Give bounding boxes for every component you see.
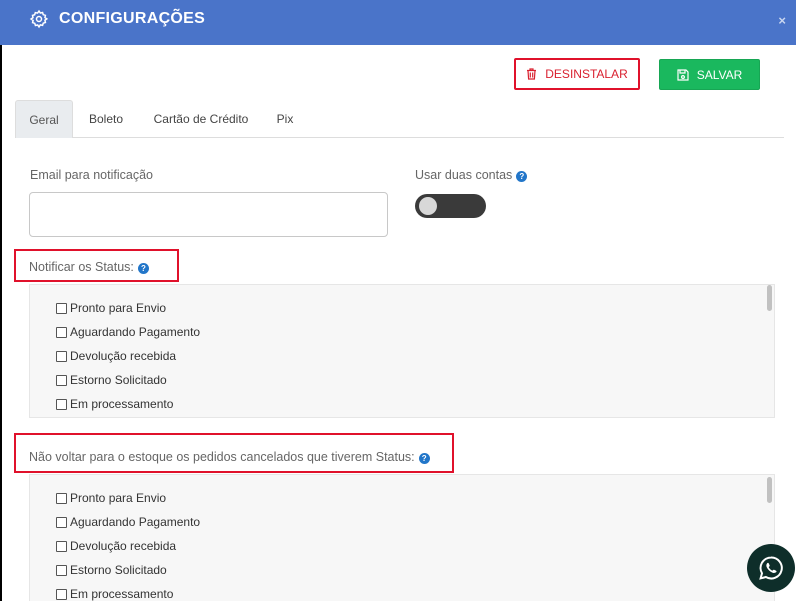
- restock-option-4[interactable]: Em processamento: [56, 587, 173, 601]
- tab-boleto[interactable]: Boleto: [79, 100, 133, 138]
- restock-option-1[interactable]: Aguardando Pagamento: [56, 515, 200, 529]
- save-button[interactable]: SALVAR: [659, 59, 760, 90]
- tab-cartao-de-credito[interactable]: Cartão de Crédito: [146, 100, 256, 138]
- tab-geral[interactable]: Geral: [15, 100, 73, 138]
- status-option-0[interactable]: Pronto para Envio: [56, 301, 166, 315]
- checkbox[interactable]: [56, 492, 67, 504]
- close-icon[interactable]: ×: [778, 13, 786, 28]
- checkbox[interactable]: [56, 326, 67, 338]
- status-option-label: Em processamento: [70, 587, 174, 601]
- modal-title: CONFIGURAÇÕES: [59, 10, 206, 27]
- status-option-label: Aguardando Pagamento: [70, 515, 201, 529]
- uninstall-button[interactable]: DESINSTALAR: [514, 58, 640, 90]
- status-option-4[interactable]: Em processamento: [56, 397, 173, 411]
- status-option-2[interactable]: Devolução recebida: [56, 349, 176, 363]
- checkbox[interactable]: [56, 588, 67, 600]
- notify-status-list[interactable]: Pronto para Envio Aguardando Pagamento D…: [29, 284, 775, 418]
- checkbox[interactable]: [56, 516, 67, 528]
- checkbox[interactable]: [56, 540, 67, 552]
- checkbox[interactable]: [56, 564, 67, 576]
- checkbox[interactable]: [56, 350, 67, 362]
- no-restock-label: Não voltar para o estoque os pedidos can…: [29, 450, 430, 464]
- restock-option-0[interactable]: Pronto para Envio: [56, 491, 166, 505]
- help-icon[interactable]: ?: [137, 263, 149, 274]
- two-accounts-label: Usar duas contas?: [415, 168, 528, 182]
- email-input[interactable]: [29, 192, 388, 237]
- checkbox[interactable]: [56, 374, 67, 386]
- no-restock-label-text: Não voltar para o estoque os pedidos can…: [29, 450, 415, 464]
- trash-icon: [527, 68, 537, 80]
- two-accounts-label-text: Usar duas contas: [415, 168, 513, 182]
- status-option-label: Estorno Solicitado: [70, 373, 167, 387]
- notify-status-label: Notificar os Status:?: [29, 260, 149, 274]
- scrollbar-thumb[interactable]: [767, 285, 772, 311]
- window-edge: [0, 45, 2, 601]
- no-restock-status-list[interactable]: Pronto para Envio Aguardando Pagamento D…: [29, 474, 775, 601]
- status-option-label: Aguardando Pagamento: [70, 325, 201, 339]
- help-icon[interactable]: ?: [418, 453, 430, 464]
- help-icon[interactable]: ?: [516, 171, 528, 182]
- uninstall-button-label: DESINSTALAR: [545, 67, 628, 81]
- status-option-label: Pronto para Envio: [70, 301, 167, 315]
- status-option-label: Devolução recebida: [70, 349, 177, 363]
- checkbox[interactable]: [56, 398, 67, 410]
- restock-option-3[interactable]: Estorno Solicitado: [56, 563, 167, 577]
- gear-icon: [29, 9, 49, 29]
- status-option-1[interactable]: Aguardando Pagamento: [56, 325, 200, 339]
- scrollbar-thumb[interactable]: [767, 477, 772, 503]
- checkbox[interactable]: [56, 302, 67, 314]
- status-option-3[interactable]: Estorno Solicitado: [56, 373, 167, 387]
- status-option-label: Em processamento: [70, 397, 174, 411]
- whatsapp-button[interactable]: [747, 544, 795, 592]
- whatsapp-icon: [759, 556, 783, 580]
- save-button-label: SALVAR: [696, 67, 743, 82]
- tab-bar: Geral Boleto Cartão de Crédito Pix: [15, 100, 784, 138]
- notify-status-label-text: Notificar os Status:: [29, 260, 134, 274]
- save-icon: [677, 68, 689, 81]
- tab-pix[interactable]: Pix: [270, 100, 300, 138]
- two-accounts-toggle[interactable]: [415, 194, 486, 218]
- toggle-knob: [419, 197, 437, 215]
- modal-header: CONFIGURAÇÕES ×: [0, 0, 796, 45]
- status-option-label: Devolução recebida: [70, 539, 177, 553]
- email-label: Email para notificação: [30, 168, 153, 182]
- status-option-label: Estorno Solicitado: [70, 563, 167, 577]
- status-option-label: Pronto para Envio: [70, 491, 167, 505]
- restock-option-2[interactable]: Devolução recebida: [56, 539, 176, 553]
